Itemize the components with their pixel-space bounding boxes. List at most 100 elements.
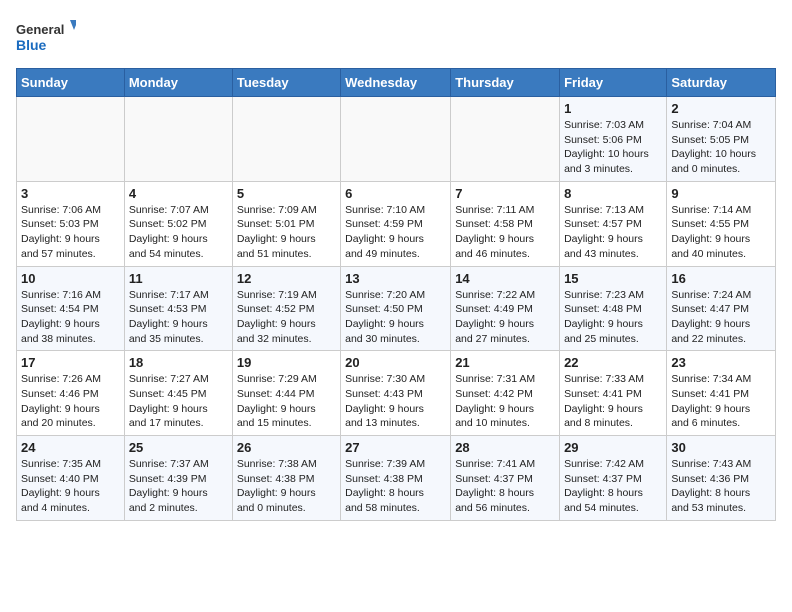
day-info: Sunrise: 7:20 AM Sunset: 4:50 PM Dayligh…	[345, 288, 446, 347]
day-info: Sunrise: 7:31 AM Sunset: 4:42 PM Dayligh…	[455, 372, 555, 431]
weekday-header-wednesday: Wednesday	[341, 69, 451, 97]
calendar-day-cell: 12 Sunrise: 7:19 AM Sunset: 4:52 PM Dayli…	[232, 266, 340, 351]
day-number: 20	[345, 355, 446, 370]
calendar-day-cell: 18 Sunrise: 7:27 AM Sunset: 4:45 PM Dayli…	[124, 351, 232, 436]
weekday-header-thursday: Thursday	[451, 69, 560, 97]
calendar-day-cell: 27 Sunrise: 7:39 AM Sunset: 4:38 PM Dayli…	[341, 436, 451, 521]
day-number: 18	[129, 355, 228, 370]
day-number: 17	[21, 355, 120, 370]
calendar-day-cell: 8 Sunrise: 7:13 AM Sunset: 4:57 PM Daylig…	[560, 181, 667, 266]
day-info: Sunrise: 7:22 AM Sunset: 4:49 PM Dayligh…	[455, 288, 555, 347]
calendar-day-cell: 28 Sunrise: 7:41 AM Sunset: 4:37 PM Dayli…	[451, 436, 560, 521]
calendar-day-cell: 19Sunrise: 7:29 AM Sunset: 4:44 PM Dayli…	[232, 351, 340, 436]
calendar-day-cell: 15Sunrise: 7:23 AM Sunset: 4:48 PM Dayli…	[560, 266, 667, 351]
weekday-header-saturday: Saturday	[667, 69, 776, 97]
day-info: Sunrise: 7:11 AM Sunset: 4:58 PM Dayligh…	[455, 203, 555, 262]
day-number: 27	[345, 440, 446, 455]
calendar-day-cell: 7 Sunrise: 7:11 AM Sunset: 4:58 PM Daylig…	[451, 181, 560, 266]
day-number: 12	[237, 271, 336, 286]
day-number: 24	[21, 440, 120, 455]
day-number: 21	[455, 355, 555, 370]
calendar-day-cell: 10Sunrise: 7:16 AM Sunset: 4:54 PM Dayli…	[17, 266, 125, 351]
day-number: 13	[345, 271, 446, 286]
calendar-day-cell: 1Sunrise: 7:03 AM Sunset: 5:06 PM Daylig…	[560, 97, 667, 182]
calendar-day-cell: 21 Sunrise: 7:31 AM Sunset: 4:42 PM Dayli…	[451, 351, 560, 436]
calendar-day-cell: 20 Sunrise: 7:30 AM Sunset: 4:43 PM Dayli…	[341, 351, 451, 436]
day-info: Sunrise: 7:37 AM Sunset: 4:39 PM Dayligh…	[129, 457, 228, 516]
calendar-week-row: 1Sunrise: 7:03 AM Sunset: 5:06 PM Daylig…	[17, 97, 776, 182]
day-number: 30	[671, 440, 771, 455]
day-info: Sunrise: 7:38 AM Sunset: 4:38 PM Dayligh…	[237, 457, 336, 516]
day-info: Sunrise: 7:35 AM Sunset: 4:40 PM Dayligh…	[21, 457, 120, 516]
logo: General Blue	[16, 16, 76, 60]
day-info: Sunrise: 7:04 AM Sunset: 5:05 PM Dayligh…	[671, 118, 771, 177]
day-number: 15	[564, 271, 662, 286]
day-info: Sunrise: 7:27 AM Sunset: 4:45 PM Dayligh…	[129, 372, 228, 431]
day-info: Sunrise: 7:10 AM Sunset: 4:59 PM Dayligh…	[345, 203, 446, 262]
svg-text:General: General	[16, 22, 64, 37]
calendar-body: 1Sunrise: 7:03 AM Sunset: 5:06 PM Daylig…	[17, 97, 776, 521]
day-number: 23	[671, 355, 771, 370]
day-info: Sunrise: 7:19 AM Sunset: 4:52 PM Dayligh…	[237, 288, 336, 347]
calendar-day-cell: 30 Sunrise: 7:43 AM Sunset: 4:36 PM Dayli…	[667, 436, 776, 521]
day-number: 6	[345, 186, 446, 201]
day-number: 25	[129, 440, 228, 455]
day-info: Sunrise: 7:24 AM Sunset: 4:47 PM Dayligh…	[671, 288, 771, 347]
day-info: Sunrise: 7:43 AM Sunset: 4:36 PM Dayligh…	[671, 457, 771, 516]
weekday-header-monday: Monday	[124, 69, 232, 97]
calendar-day-cell: 23 Sunrise: 7:34 AM Sunset: 4:41 PM Dayli…	[667, 351, 776, 436]
day-info: Sunrise: 7:34 AM Sunset: 4:41 PM Dayligh…	[671, 372, 771, 431]
day-number: 3	[21, 186, 120, 201]
day-number: 1	[564, 101, 662, 116]
calendar-week-row: 3 Sunrise: 7:06 AM Sunset: 5:03 PM Daylig…	[17, 181, 776, 266]
page-header: General Blue	[16, 16, 776, 60]
day-info: Sunrise: 7:41 AM Sunset: 4:37 PM Dayligh…	[455, 457, 555, 516]
weekday-header-sunday: Sunday	[17, 69, 125, 97]
calendar-day-cell: 26Sunrise: 7:38 AM Sunset: 4:38 PM Dayli…	[232, 436, 340, 521]
weekday-header-row: SundayMondayTuesdayWednesdayThursdayFrid…	[17, 69, 776, 97]
day-info: Sunrise: 7:16 AM Sunset: 4:54 PM Dayligh…	[21, 288, 120, 347]
calendar-day-cell: 3 Sunrise: 7:06 AM Sunset: 5:03 PM Daylig…	[17, 181, 125, 266]
day-number: 7	[455, 186, 555, 201]
day-number: 5	[237, 186, 336, 201]
day-info: Sunrise: 7:42 AM Sunset: 4:37 PM Dayligh…	[564, 457, 662, 516]
calendar-day-cell: 2 Sunrise: 7:04 AM Sunset: 5:05 PM Daylig…	[667, 97, 776, 182]
day-number: 16	[671, 271, 771, 286]
calendar-day-cell: 16 Sunrise: 7:24 AM Sunset: 4:47 PM Dayli…	[667, 266, 776, 351]
day-info: Sunrise: 7:17 AM Sunset: 4:53 PM Dayligh…	[129, 288, 228, 347]
day-number: 28	[455, 440, 555, 455]
calendar-day-cell	[341, 97, 451, 182]
calendar-week-row: 17Sunrise: 7:26 AM Sunset: 4:46 PM Dayli…	[17, 351, 776, 436]
calendar-day-cell: 17Sunrise: 7:26 AM Sunset: 4:46 PM Dayli…	[17, 351, 125, 436]
calendar-header: SundayMondayTuesdayWednesdayThursdayFrid…	[17, 69, 776, 97]
day-number: 29	[564, 440, 662, 455]
calendar-day-cell	[124, 97, 232, 182]
calendar-day-cell	[232, 97, 340, 182]
weekday-header-tuesday: Tuesday	[232, 69, 340, 97]
day-number: 22	[564, 355, 662, 370]
calendar-day-cell	[17, 97, 125, 182]
day-number: 11	[129, 271, 228, 286]
svg-text:Blue: Blue	[16, 37, 47, 53]
day-info: Sunrise: 7:06 AM Sunset: 5:03 PM Dayligh…	[21, 203, 120, 262]
calendar-day-cell: 29 Sunrise: 7:42 AM Sunset: 4:37 PM Dayli…	[560, 436, 667, 521]
day-info: Sunrise: 7:09 AM Sunset: 5:01 PM Dayligh…	[237, 203, 336, 262]
day-number: 9	[671, 186, 771, 201]
day-info: Sunrise: 7:07 AM Sunset: 5:02 PM Dayligh…	[129, 203, 228, 262]
day-number: 8	[564, 186, 662, 201]
calendar-week-row: 24 Sunrise: 7:35 AM Sunset: 4:40 PM Dayli…	[17, 436, 776, 521]
calendar-day-cell: 11 Sunrise: 7:17 AM Sunset: 4:53 PM Dayli…	[124, 266, 232, 351]
day-info: Sunrise: 7:33 AM Sunset: 4:41 PM Dayligh…	[564, 372, 662, 431]
logo-svg: General Blue	[16, 16, 76, 60]
day-number: 2	[671, 101, 771, 116]
calendar-day-cell: 4 Sunrise: 7:07 AM Sunset: 5:02 PM Daylig…	[124, 181, 232, 266]
day-info: Sunrise: 7:13 AM Sunset: 4:57 PM Dayligh…	[564, 203, 662, 262]
day-info: Sunrise: 7:30 AM Sunset: 4:43 PM Dayligh…	[345, 372, 446, 431]
calendar-day-cell: 25 Sunrise: 7:37 AM Sunset: 4:39 PM Dayli…	[124, 436, 232, 521]
day-number: 4	[129, 186, 228, 201]
calendar-table: SundayMondayTuesdayWednesdayThursdayFrid…	[16, 68, 776, 521]
weekday-header-friday: Friday	[560, 69, 667, 97]
day-info: Sunrise: 7:39 AM Sunset: 4:38 PM Dayligh…	[345, 457, 446, 516]
calendar-day-cell: 13 Sunrise: 7:20 AM Sunset: 4:50 PM Dayli…	[341, 266, 451, 351]
calendar-day-cell: 14Sunrise: 7:22 AM Sunset: 4:49 PM Dayli…	[451, 266, 560, 351]
